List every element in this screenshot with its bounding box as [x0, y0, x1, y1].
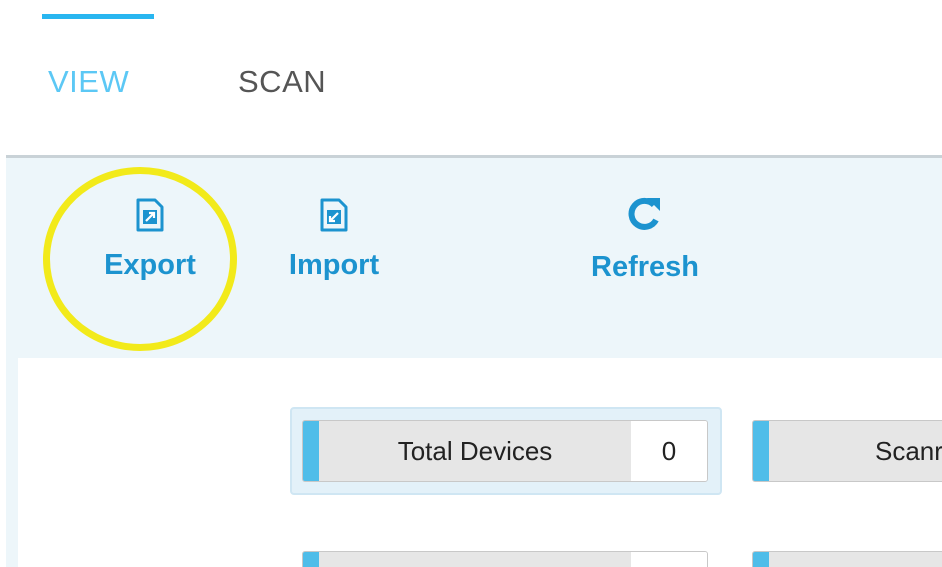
- stat-card-row2-right[interactable]: [752, 551, 942, 567]
- total-devices-card[interactable]: Total Devices 0: [302, 420, 708, 482]
- total-devices-accent: [303, 421, 319, 481]
- stat-card-row2-left-value: [631, 552, 707, 567]
- total-devices-value: 0: [631, 421, 707, 481]
- stat-card-row2-right-body: [769, 552, 942, 567]
- scanned-card[interactable]: Scanr: [752, 420, 942, 482]
- refresh-button[interactable]: Refresh: [580, 194, 710, 284]
- import-button[interactable]: Import: [274, 198, 394, 282]
- refresh-label: Refresh: [591, 251, 699, 283]
- stat-card-row2-right-accent: [753, 552, 769, 567]
- tab-bar: VIEW SCAN: [0, 0, 942, 157]
- stat-card-row2-left-body: [319, 552, 631, 567]
- scanned-label: Scanr: [875, 435, 942, 466]
- import-label: Import: [288, 249, 380, 281]
- import-icon: [320, 198, 348, 237]
- total-devices-label: Total Devices: [397, 435, 553, 466]
- stat-card-row2-left[interactable]: [302, 551, 708, 567]
- stat-card-row2-left-accent: [303, 552, 319, 567]
- tab-scan[interactable]: SCAN: [238, 64, 326, 100]
- tab-view[interactable]: VIEW: [48, 64, 129, 100]
- active-tab-indicator: [42, 14, 154, 19]
- scanned-accent: [753, 421, 769, 481]
- content-side-strip: [6, 358, 18, 567]
- highlight-circle: [43, 167, 237, 351]
- refresh-icon: [625, 194, 665, 239]
